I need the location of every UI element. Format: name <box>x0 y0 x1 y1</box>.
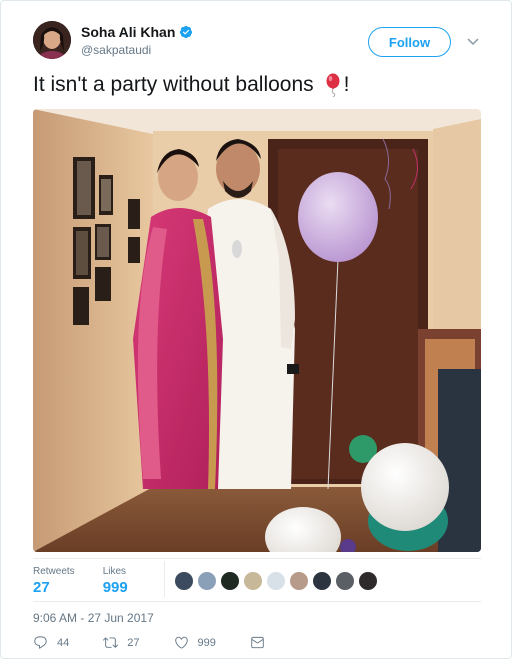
balloon-icon <box>326 73 340 97</box>
liker-avatar[interactable] <box>358 571 378 591</box>
retweets-stat-label: Retweets <box>33 566 75 577</box>
chevron-down-icon[interactable] <box>467 37 479 47</box>
tweet-photo[interactable] <box>33 109 481 552</box>
tweet-card: Soha Ali Khan @sakpataudi Follow It isn'… <box>0 0 512 659</box>
like-button[interactable]: 999 <box>174 635 216 650</box>
tweet-text-end: ! <box>343 73 350 96</box>
follow-button[interactable]: Follow <box>368 27 451 57</box>
retweets-stat[interactable]: Retweets 27 <box>33 566 75 596</box>
tweet-text-body: It isn't a party without balloons <box>33 73 314 96</box>
avatar[interactable] <box>33 21 71 59</box>
liker-avatar[interactable] <box>335 571 355 591</box>
liker-avatar[interactable] <box>289 571 309 591</box>
likes-stat[interactable]: Likes 999 <box>103 566 128 596</box>
stats-divider <box>164 561 165 597</box>
direct-message-button[interactable] <box>250 635 274 650</box>
user-handle[interactable]: @sakpataudi <box>81 43 151 57</box>
user-name[interactable]: Soha Ali Khan <box>81 24 175 40</box>
likes-stat-count: 999 <box>102 579 128 596</box>
verified-badge-icon <box>180 25 193 39</box>
divider-middle <box>33 601 481 602</box>
reply-icon <box>34 636 47 649</box>
envelope-icon <box>251 636 264 649</box>
action-bar: 44 27 999 <box>33 635 308 650</box>
liker-avatar[interactable] <box>312 571 332 591</box>
liker-avatar[interactable] <box>266 571 286 591</box>
timestamp[interactable]: 9:06 AM - 27 Jun 2017 <box>33 611 154 625</box>
liker-avatar[interactable] <box>243 571 263 591</box>
retweet-count: 27 <box>127 636 140 649</box>
retweet-button[interactable]: 27 <box>103 635 140 650</box>
liker-avatars <box>174 571 381 591</box>
tweet-text: It isn't a party without balloons ! <box>33 73 350 97</box>
like-count: 999 <box>197 636 216 649</box>
reply-count: 44 <box>57 636 70 649</box>
heart-icon <box>174 636 188 649</box>
divider-top <box>33 558 481 559</box>
retweets-stat-count: 27 <box>33 579 50 596</box>
retweet-icon <box>103 637 119 648</box>
liker-avatar[interactable] <box>197 571 217 591</box>
reply-button[interactable]: 44 <box>33 635 69 650</box>
likes-stat-label: Likes <box>102 566 127 577</box>
liker-avatar[interactable] <box>174 571 194 591</box>
user-name-row[interactable]: Soha Ali Khan <box>81 24 193 40</box>
engagement-stats: Retweets 27 Likes 999 <box>33 566 156 596</box>
liker-avatar[interactable] <box>220 571 240 591</box>
